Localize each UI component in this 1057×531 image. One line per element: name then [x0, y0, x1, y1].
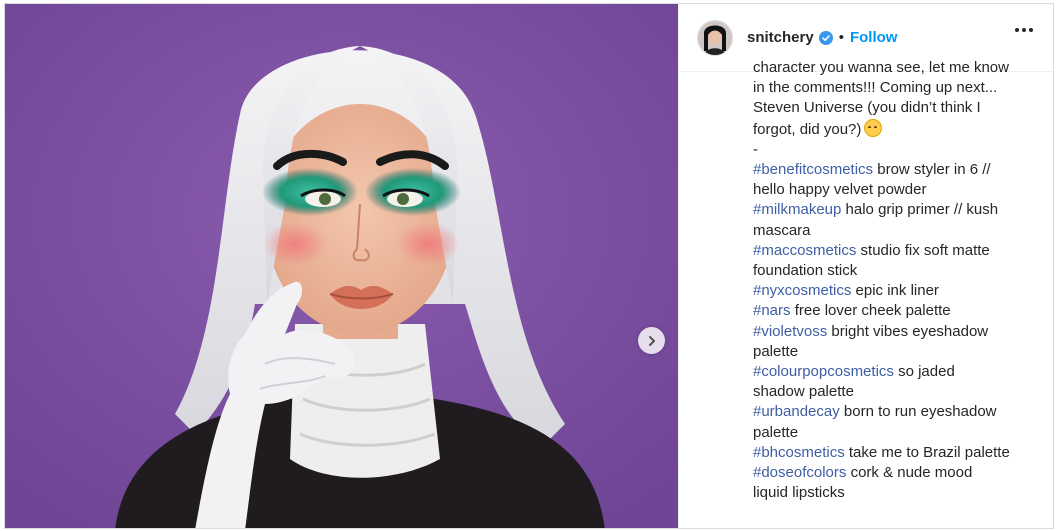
caption-text: bright vibes eyeshadow: [827, 322, 989, 340]
caption-line: palette: [753, 342, 1043, 362]
caption-line: #nyxcosmetics epic ink liner: [753, 281, 1043, 301]
separator-dot: •: [838, 29, 844, 46]
post-caption: character you wanna see, let me know in t…: [753, 58, 1043, 503]
caption-line: hello happy velvet powder: [753, 180, 1043, 200]
hashtag-link[interactable]: #bhcosmetics: [753, 444, 845, 461]
hashtag-link[interactable]: #colourpopcosmetics: [753, 363, 894, 380]
caption-text: born to run eyeshadow: [839, 403, 997, 421]
more-options-icon[interactable]: [1015, 28, 1033, 32]
hashtag-link[interactable]: #nyxcosmetics: [753, 282, 851, 299]
caption-text: free lover cheek palette: [790, 302, 951, 320]
caption-text: foundation stick: [753, 262, 858, 280]
smiling-face-with-halo-icon: [864, 118, 883, 137]
post-photo[interactable]: [5, 4, 678, 528]
caption-line: #colourpopcosmetics so jaded: [753, 362, 1043, 382]
caption-text: in the comments!!! Coming up next...: [753, 79, 998, 97]
hashtag-link[interactable]: #urbandecay: [753, 403, 840, 420]
verified-badge-icon: [818, 30, 833, 45]
hashtag-link[interactable]: #nars: [753, 302, 791, 319]
caption-line: -: [753, 140, 1043, 160]
hashtag-link[interactable]: #doseofcolors: [753, 464, 846, 481]
avatar-image: [698, 20, 732, 55]
next-photo-button[interactable]: [638, 327, 665, 354]
caption-line: forgot, did you?): [753, 118, 1043, 140]
caption-text: shadow palette: [753, 383, 854, 401]
caption-text: studio fix soft matte: [856, 241, 990, 259]
avatar[interactable]: [697, 19, 733, 56]
caption-line: #doseofcolors cork & nude mood: [753, 463, 1043, 483]
post-dialog: snitchery • Follow character you wanna s…: [4, 3, 1054, 529]
follow-button[interactable]: Follow: [850, 29, 898, 46]
hashtag-link[interactable]: #maccosmetics: [753, 242, 856, 259]
caption-text: Steven Universe (you didn’t think I: [753, 99, 981, 117]
username[interactable]: snitchery: [747, 29, 814, 46]
caption-line: foundation stick: [753, 261, 1043, 281]
caption-text: palette: [753, 423, 799, 441]
hashtag-link[interactable]: #benefitcosmetics: [753, 161, 873, 178]
caption-text: -: [753, 140, 758, 158]
caption-line: #urbandecay born to run eyeshadow: [753, 402, 1043, 422]
caption-text: epic ink liner: [851, 282, 939, 300]
caption-line: #nars free lover cheek palette: [753, 301, 1043, 321]
caption-line: character you wanna see, let me know: [753, 58, 1043, 78]
caption-line: palette: [753, 423, 1043, 443]
caption-text: cork & nude mood: [846, 464, 973, 482]
caption-line: #milkmakeup halo grip primer // kush: [753, 200, 1043, 220]
caption-text: forgot, did you?): [753, 120, 862, 138]
caption-line: #violetvoss bright vibes eyeshadow: [753, 322, 1043, 342]
caption-line: mascara: [753, 221, 1043, 241]
caption-line: #bhcosmetics take me to Brazil palette: [753, 443, 1043, 463]
caption-text: character you wanna see, let me know: [753, 59, 1009, 76]
caption-line: #benefitcosmetics brow styler in 6 //: [753, 160, 1043, 180]
chevron-right-icon: [648, 335, 655, 346]
caption-line: #maccosmetics studio fix soft matte: [753, 241, 1043, 261]
hashtag-link[interactable]: #milkmakeup: [753, 201, 841, 218]
caption-text: brow styler in 6 //: [873, 161, 991, 179]
caption-text: so jaded: [893, 363, 955, 381]
caption-line: Steven Universe (you didn’t think I: [753, 98, 1043, 118]
caption-text: take me to Brazil palette: [844, 443, 1010, 461]
caption-line: liquid lipsticks: [753, 483, 1043, 503]
makeup-portrait-image: [5, 4, 678, 528]
caption-text: mascara: [753, 221, 811, 239]
caption-text: halo grip primer // kush: [841, 201, 999, 219]
caption-text: liquid lipsticks: [753, 484, 845, 502]
caption-line: in the comments!!! Coming up next...: [753, 78, 1043, 98]
caption-line: shadow palette: [753, 382, 1043, 402]
hashtag-link[interactable]: #violetvoss: [753, 323, 827, 340]
post-sidebar: snitchery • Follow character you wanna s…: [678, 4, 1053, 528]
caption-text: palette: [753, 342, 799, 360]
caption-text: hello happy velvet powder: [753, 181, 927, 199]
